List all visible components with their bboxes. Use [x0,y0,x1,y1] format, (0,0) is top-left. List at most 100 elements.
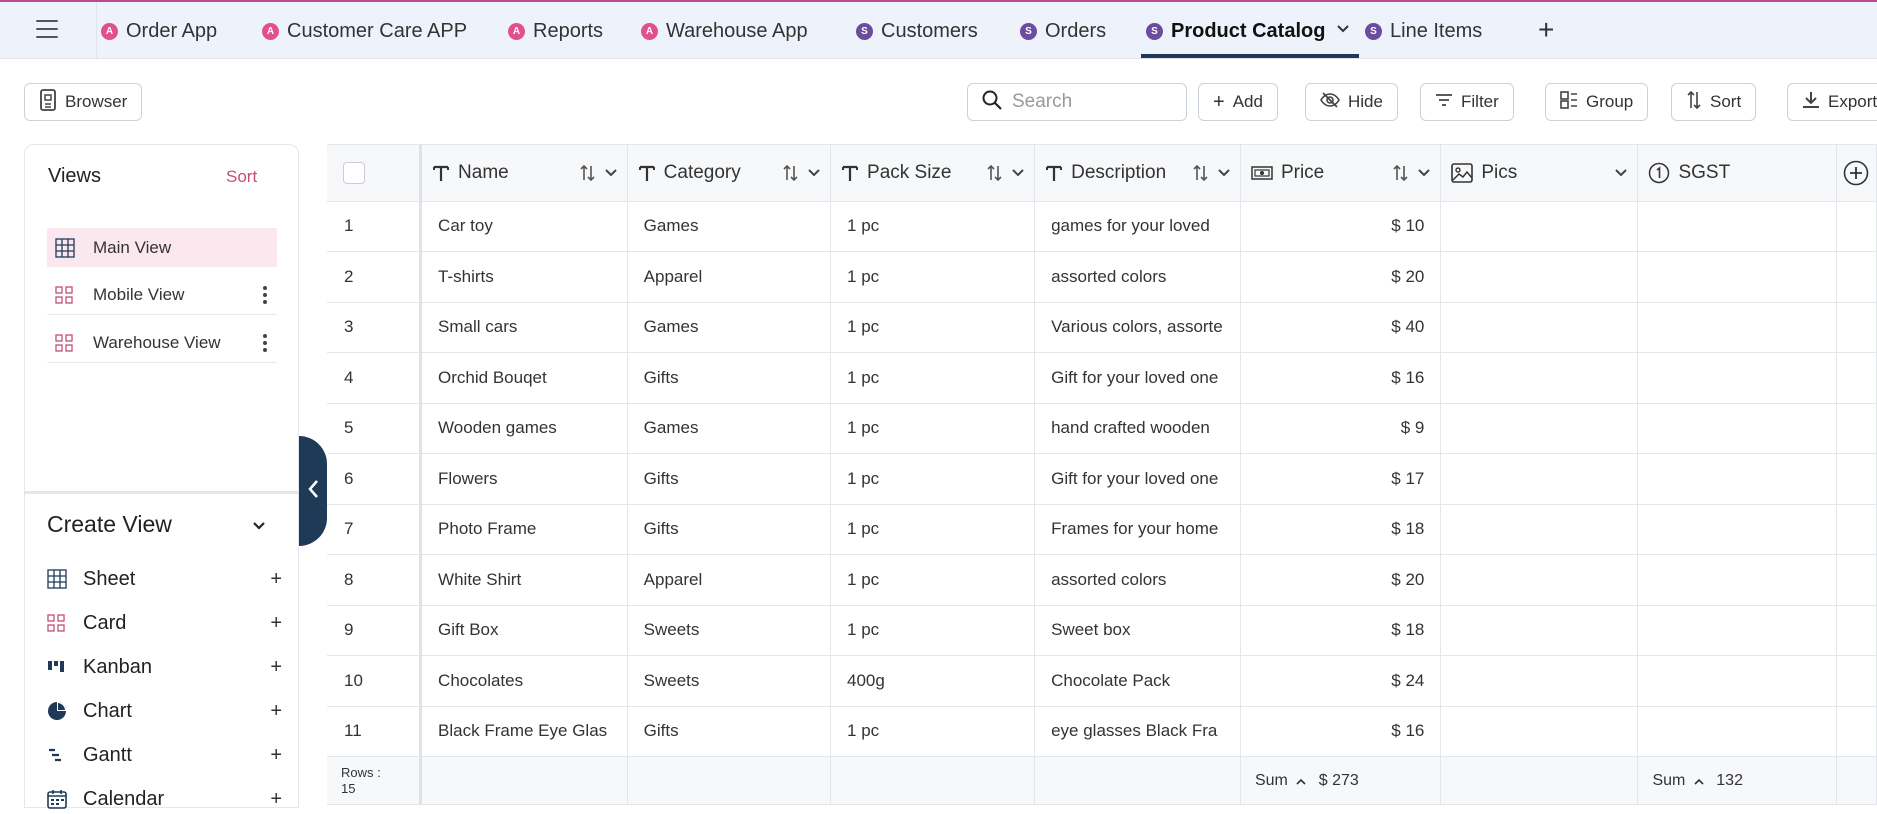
cell-pack[interactable]: 1 pc [830,554,1036,606]
cell-price[interactable]: $ 9 [1240,403,1442,454]
cell-name[interactable]: Flowers [420,453,628,505]
tab-product-catalog[interactable]: S Product Catalog [1146,16,1325,46]
chevron-down-icon[interactable] [1218,169,1230,177]
cell-sgst[interactable] [1637,251,1838,303]
cell-pack[interactable]: 1 pc [830,302,1036,353]
cell-name[interactable]: Chocolates [420,655,628,707]
chevron-down-icon[interactable] [1012,169,1024,177]
filter-button[interactable]: Filter [1420,83,1514,121]
cell-category[interactable]: Games [627,201,832,252]
add-column-icon[interactable] [1843,160,1870,186]
add-button[interactable]: + Add [1198,83,1278,121]
view-item-main-view[interactable]: Main View [47,228,277,267]
row-number[interactable]: 10 [327,655,423,707]
column-header-category[interactable]: Category [627,145,832,202]
create-calendar-item[interactable]: Calendar + [47,784,282,814]
cell-sgst[interactable] [1637,352,1838,404]
cell-desc[interactable]: hand crafted wooden [1034,403,1241,454]
cell-pics[interactable] [1440,302,1639,353]
cell-sgst[interactable] [1637,554,1838,606]
cell-name[interactable]: T-shirts [420,251,628,303]
cell-category[interactable]: Games [627,302,832,353]
cell-sgst[interactable] [1637,453,1838,505]
cell-pics[interactable] [1440,201,1639,252]
create-card-item[interactable]: Card + [47,608,282,638]
cell-name[interactable]: Orchid Bouqet [420,352,628,404]
column-header-description[interactable]: Description [1034,145,1241,202]
cell-desc[interactable]: Chocolate Pack [1034,655,1241,707]
export-button[interactable]: Export [1787,83,1877,121]
row-number[interactable]: 2 [327,251,423,303]
select-all-checkbox[interactable] [343,161,365,184]
cell-price[interactable]: $ 16 [1240,706,1442,757]
column-header-pack-size[interactable]: Pack Size [830,145,1036,202]
cell-pack[interactable]: 1 pc [830,504,1036,555]
cell-name[interactable]: White Shirt [420,554,628,606]
column-header-pics[interactable]: Pics [1440,145,1639,202]
cell-desc[interactable]: Various colors, assorte [1034,302,1241,353]
collapse-sidebar-button[interactable] [299,436,327,546]
cell-pics[interactable] [1440,453,1639,505]
create-sheet-item[interactable]: Sheet + [47,564,282,594]
cell-pics[interactable] [1440,251,1639,303]
cell-sgst[interactable] [1637,504,1838,555]
chevron-down-icon[interactable] [604,169,617,177]
tab-line-items[interactable]: S Line Items [1365,16,1482,46]
cell-name[interactable]: Small cars [420,302,628,353]
tab-customer-care-app[interactable]: A Customer Care APP [262,16,467,46]
cell-sgst[interactable] [1637,605,1838,656]
cell-category[interactable]: Apparel [627,251,832,303]
column-header-name[interactable]: Name [420,145,628,202]
more-options-icon[interactable] [263,334,267,355]
cell-desc[interactable]: assorted colors [1034,554,1241,606]
row-number[interactable]: 5 [327,403,423,454]
cell-desc[interactable]: games for your loved [1034,201,1241,252]
cell-pics[interactable] [1440,655,1639,707]
price-aggregate-cell[interactable]: Sum $ 273 [1240,756,1442,805]
cell-price[interactable]: $ 16 [1240,352,1442,404]
cell-pics[interactable] [1440,352,1639,404]
sort-icon[interactable] [579,164,597,182]
cell-pack[interactable]: 1 pc [830,605,1036,656]
browser-button[interactable]: Browser [24,83,143,121]
cell-sgst[interactable] [1637,403,1838,454]
sgst-aggregate-cell[interactable]: Sum 132 [1637,756,1838,805]
more-options-icon[interactable] [263,286,267,307]
plus-icon[interactable]: + [270,612,282,635]
cell-pics[interactable] [1440,706,1639,757]
cell-pics[interactable] [1440,403,1639,454]
cell-pics[interactable] [1440,504,1639,555]
cell-sgst[interactable] [1637,302,1838,353]
plus-icon[interactable]: + [270,700,282,723]
cell-pack[interactable]: 1 pc [830,706,1036,757]
cell-price[interactable]: $ 17 [1240,453,1442,505]
cell-pack[interactable]: 400g [830,655,1036,707]
cell-desc[interactable]: Sweet box [1034,605,1241,656]
sort-icon[interactable] [1192,164,1210,182]
cell-pack[interactable]: 1 pc [830,453,1036,505]
hide-button[interactable]: Hide [1305,83,1398,121]
cell-category[interactable]: Sweets [627,605,832,656]
cell-price[interactable]: $ 20 [1240,554,1442,606]
cell-name[interactable]: Gift Box [420,605,628,656]
tab-reports[interactable]: A Reports [508,16,603,46]
chevron-down-icon[interactable] [1615,169,1628,177]
chevron-down-icon[interactable] [1337,20,1349,36]
cell-category[interactable]: Apparel [627,554,832,606]
cell-price[interactable]: $ 20 [1240,251,1442,303]
search-input[interactable] [1012,91,1172,113]
cell-desc[interactable]: eye glasses Black Fra [1034,706,1241,757]
cell-desc[interactable]: Gift for your loved one [1034,352,1241,404]
tab-warehouse-app[interactable]: A Warehouse App [641,16,808,46]
cell-name[interactable]: Wooden games [420,403,628,454]
cell-category[interactable]: Gifts [627,453,832,505]
cell-category[interactable]: Gifts [627,352,832,404]
sort-button[interactable]: Sort [1671,83,1757,121]
tab-orders[interactable]: S Orders [1020,16,1106,46]
row-number[interactable]: 11 [327,706,423,757]
cell-name[interactable]: Black Frame Eye Glas [420,706,628,757]
plus-icon[interactable]: + [270,788,282,811]
add-tab-button[interactable]: + [1538,14,1554,46]
view-item-warehouse-view[interactable]: Warehouse View [47,324,277,363]
create-gantt-item[interactable]: Gantt + [47,740,282,770]
